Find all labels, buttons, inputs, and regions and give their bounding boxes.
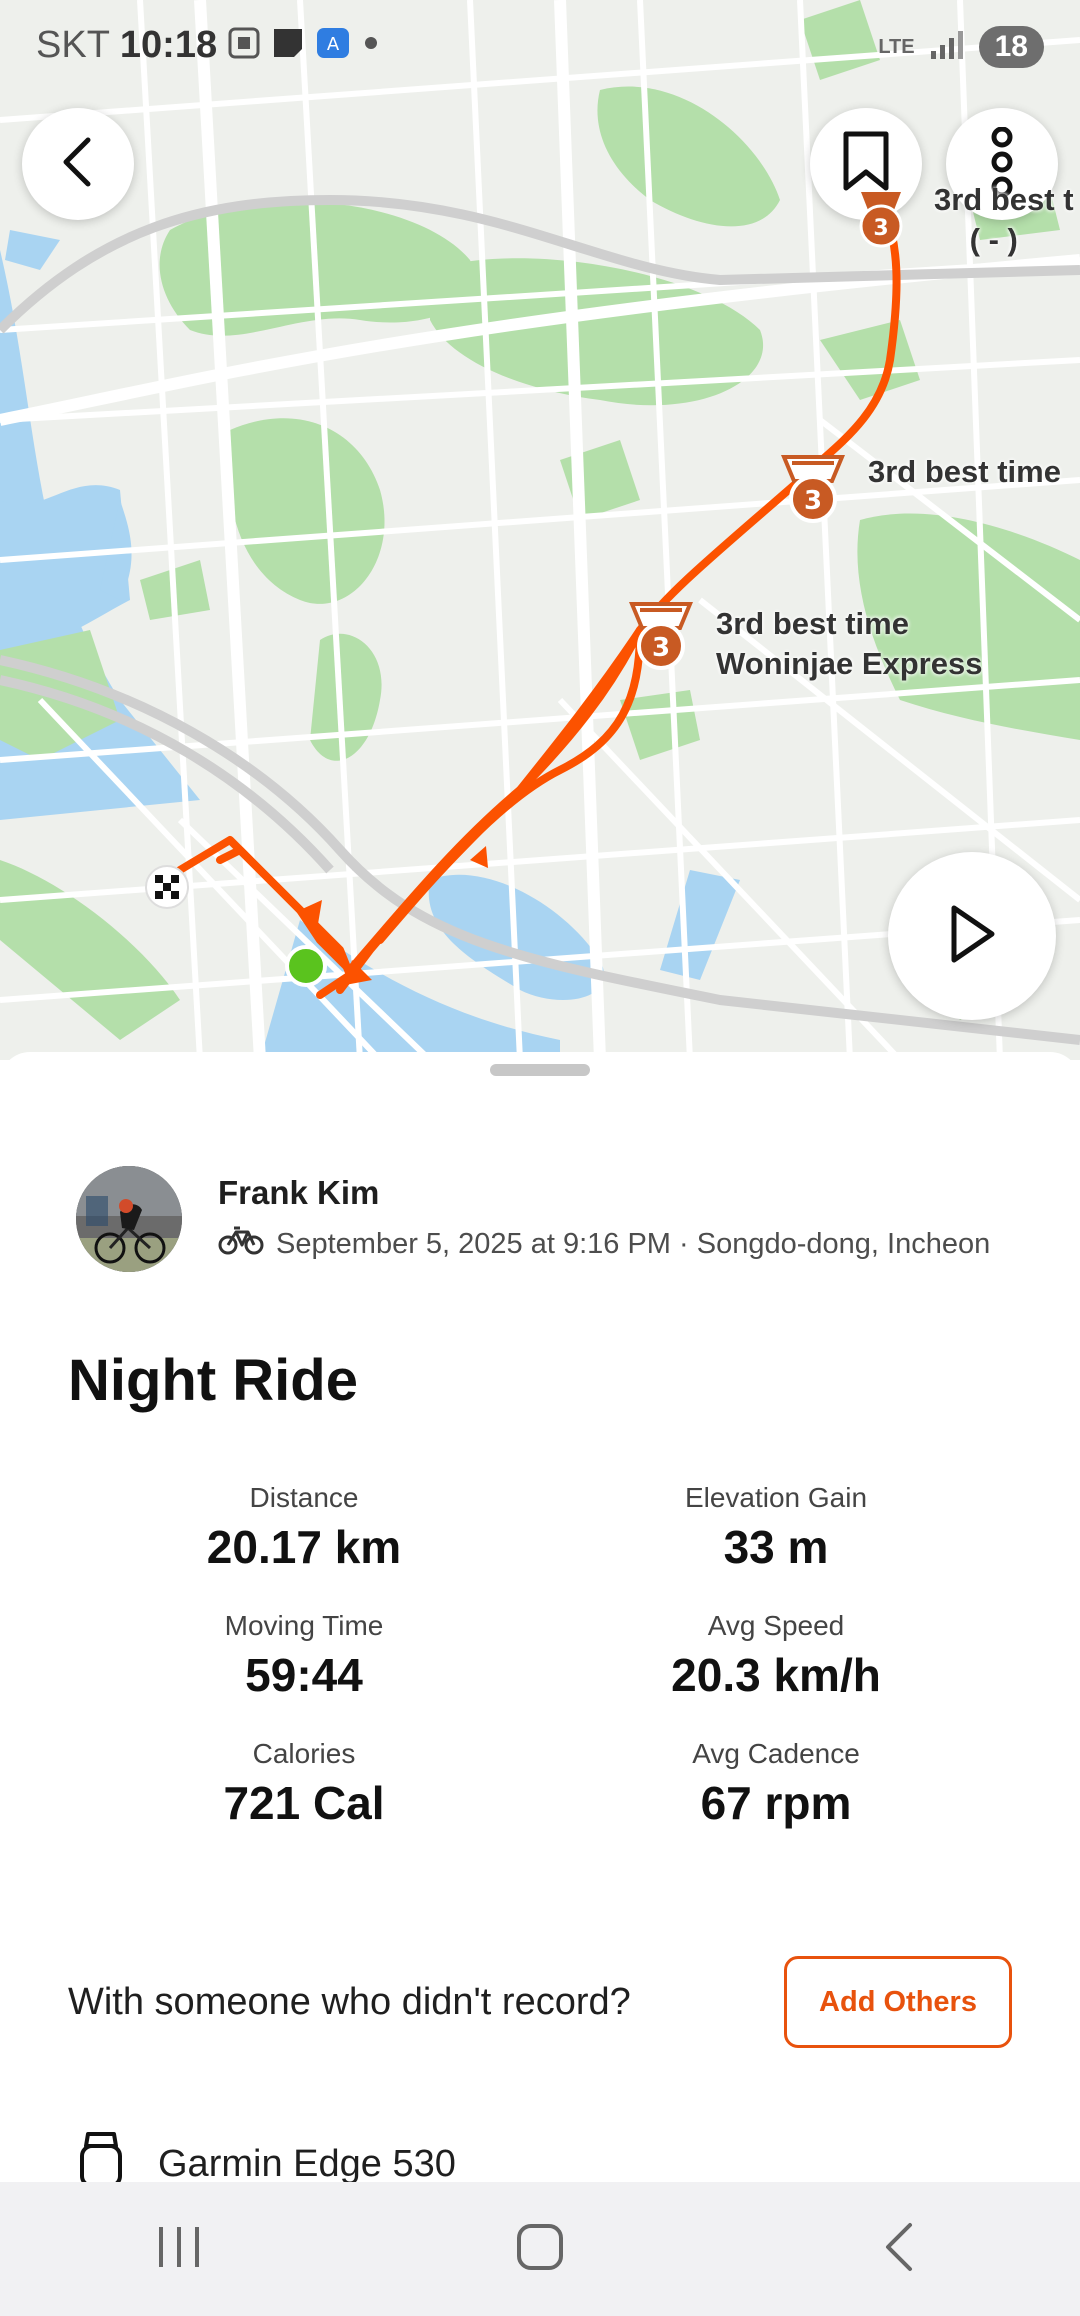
stat-value: 59:44 — [245, 1649, 363, 1701]
medal-label-line2: Woninjae Express — [716, 646, 983, 681]
screenshot-icon — [227, 26, 261, 65]
stat-calories: Calories 721 Cal — [68, 1738, 540, 1830]
bookmark-icon — [840, 130, 892, 199]
svg-text:3: 3 — [873, 216, 888, 241]
battery-indicator: 18 — [978, 26, 1044, 68]
stat-avg-speed: Avg Speed 20.3 km/h — [540, 1610, 1012, 1702]
svg-text:3: 3 — [652, 633, 670, 663]
finish-flag-icon — [144, 864, 190, 915]
stat-value: 721 Cal — [223, 1777, 385, 1829]
stat-moving-time: Moving Time 59:44 — [68, 1610, 540, 1702]
medal-label-line1: 3rd best t — [934, 182, 1074, 217]
stat-avg-cadence: Avg Cadence 67 rpm — [540, 1738, 1012, 1830]
sheet-drag-handle[interactable] — [490, 1064, 590, 1076]
medal-label-line1: 3rd best time — [868, 454, 1061, 489]
stat-label: Avg Cadence — [692, 1738, 860, 1769]
activity-title: Night Ride — [68, 1348, 358, 1413]
back-nav-button[interactable] — [820, 2199, 980, 2299]
notes-icon — [271, 26, 305, 65]
back-icon — [56, 134, 100, 195]
stat-label: Avg Speed — [707, 1610, 845, 1641]
stat-label: Moving Time — [224, 1610, 384, 1641]
athlete-header[interactable]: Frank Kim September 5, 2025 at 9:16 PM ·… — [76, 1166, 990, 1272]
watch-icon — [76, 2132, 126, 2182]
stats-grid: Distance 20.17 km Elevation Gain 33 m Mo… — [68, 1482, 1012, 1830]
medal-label-line1: 3rd best time — [716, 606, 909, 641]
home-icon — [515, 2222, 565, 2277]
medal-icon: 3 — [781, 455, 845, 523]
back-nav-icon — [880, 2221, 920, 2278]
signal-icon — [929, 29, 965, 66]
medal-label-lower: 3rd best time Woninjae Express — [716, 604, 982, 684]
stat-label: Elevation Gain — [684, 1482, 868, 1513]
stat-value: 33 m — [723, 1521, 829, 1573]
clock: 10:18 — [119, 24, 218, 66]
network-label: LTE — [878, 36, 915, 58]
athlete-name[interactable]: Frank Kim — [218, 1174, 990, 1212]
device-name: Garmin Edge 530 — [158, 2143, 456, 2182]
home-button[interactable] — [460, 2199, 620, 2299]
stat-value: 67 rpm — [700, 1777, 852, 1829]
status-bar-right: LTE 18 — [878, 26, 1044, 68]
activity-meta: September 5, 2025 at 9:16 PM · Songdo-do… — [276, 1227, 991, 1260]
stat-distance: Distance 20.17 km — [68, 1482, 540, 1574]
recent-apps-button[interactable] — [100, 2199, 260, 2299]
stat-label: Calories — [252, 1738, 356, 1769]
recent-apps-icon — [155, 2225, 205, 2274]
avatar[interactable] — [76, 1166, 182, 1272]
stat-value: 20.3 km/h — [671, 1649, 881, 1701]
add-others-button[interactable]: Add Others — [784, 1956, 1012, 2048]
add-others-row: With someone who didn't record? Add Othe… — [68, 1956, 1012, 2048]
stat-value: 20.17 km — [206, 1521, 402, 1573]
medal-label-top: 3rd best t ( - ) — [934, 180, 1074, 260]
segment-medal-marker[interactable]: 3 — [780, 455, 846, 532]
medal-icon: 3 — [859, 192, 903, 248]
segment-medal-marker[interactable]: 3 — [856, 190, 906, 255]
back-button[interactable] — [22, 108, 134, 220]
svg-text:3: 3 — [804, 486, 822, 516]
segment-medal-marker[interactable]: 3 — [628, 602, 694, 679]
system-nav-bar — [0, 2182, 1080, 2316]
app-notification-icon: A — [315, 26, 351, 65]
others-prompt: With someone who didn't record? — [68, 1980, 631, 2023]
stat-elevation-gain: Elevation Gain 33 m — [540, 1482, 1012, 1574]
svg-text:A: A — [327, 34, 340, 55]
status-bar-left: SKT 10:18 A — [36, 24, 381, 67]
play-icon — [944, 902, 1000, 971]
carrier-label: SKT — [36, 24, 110, 66]
athlete-photo — [76, 1166, 182, 1272]
dot-icon — [361, 33, 381, 58]
medal-label-middle: 3rd best time — [868, 452, 1061, 492]
medal-icon: 3 — [629, 602, 693, 670]
play-flyover-button[interactable] — [888, 852, 1056, 1020]
route-map[interactable]: SKT 10:18 A LTE 18 3 3rd best t (-) 3 … — [0, 0, 1080, 1060]
start-dot-icon — [284, 944, 328, 993]
stat-label: Distance — [249, 1482, 359, 1513]
device-row: Garmin Edge 530 — [76, 2132, 456, 2182]
bike-icon — [218, 1224, 264, 1264]
activity-details-sheet[interactable]: Frank Kim September 5, 2025 at 9:16 PM ·… — [0, 1052, 1080, 2182]
medal-label-line2: ( - ) — [969, 222, 1018, 257]
